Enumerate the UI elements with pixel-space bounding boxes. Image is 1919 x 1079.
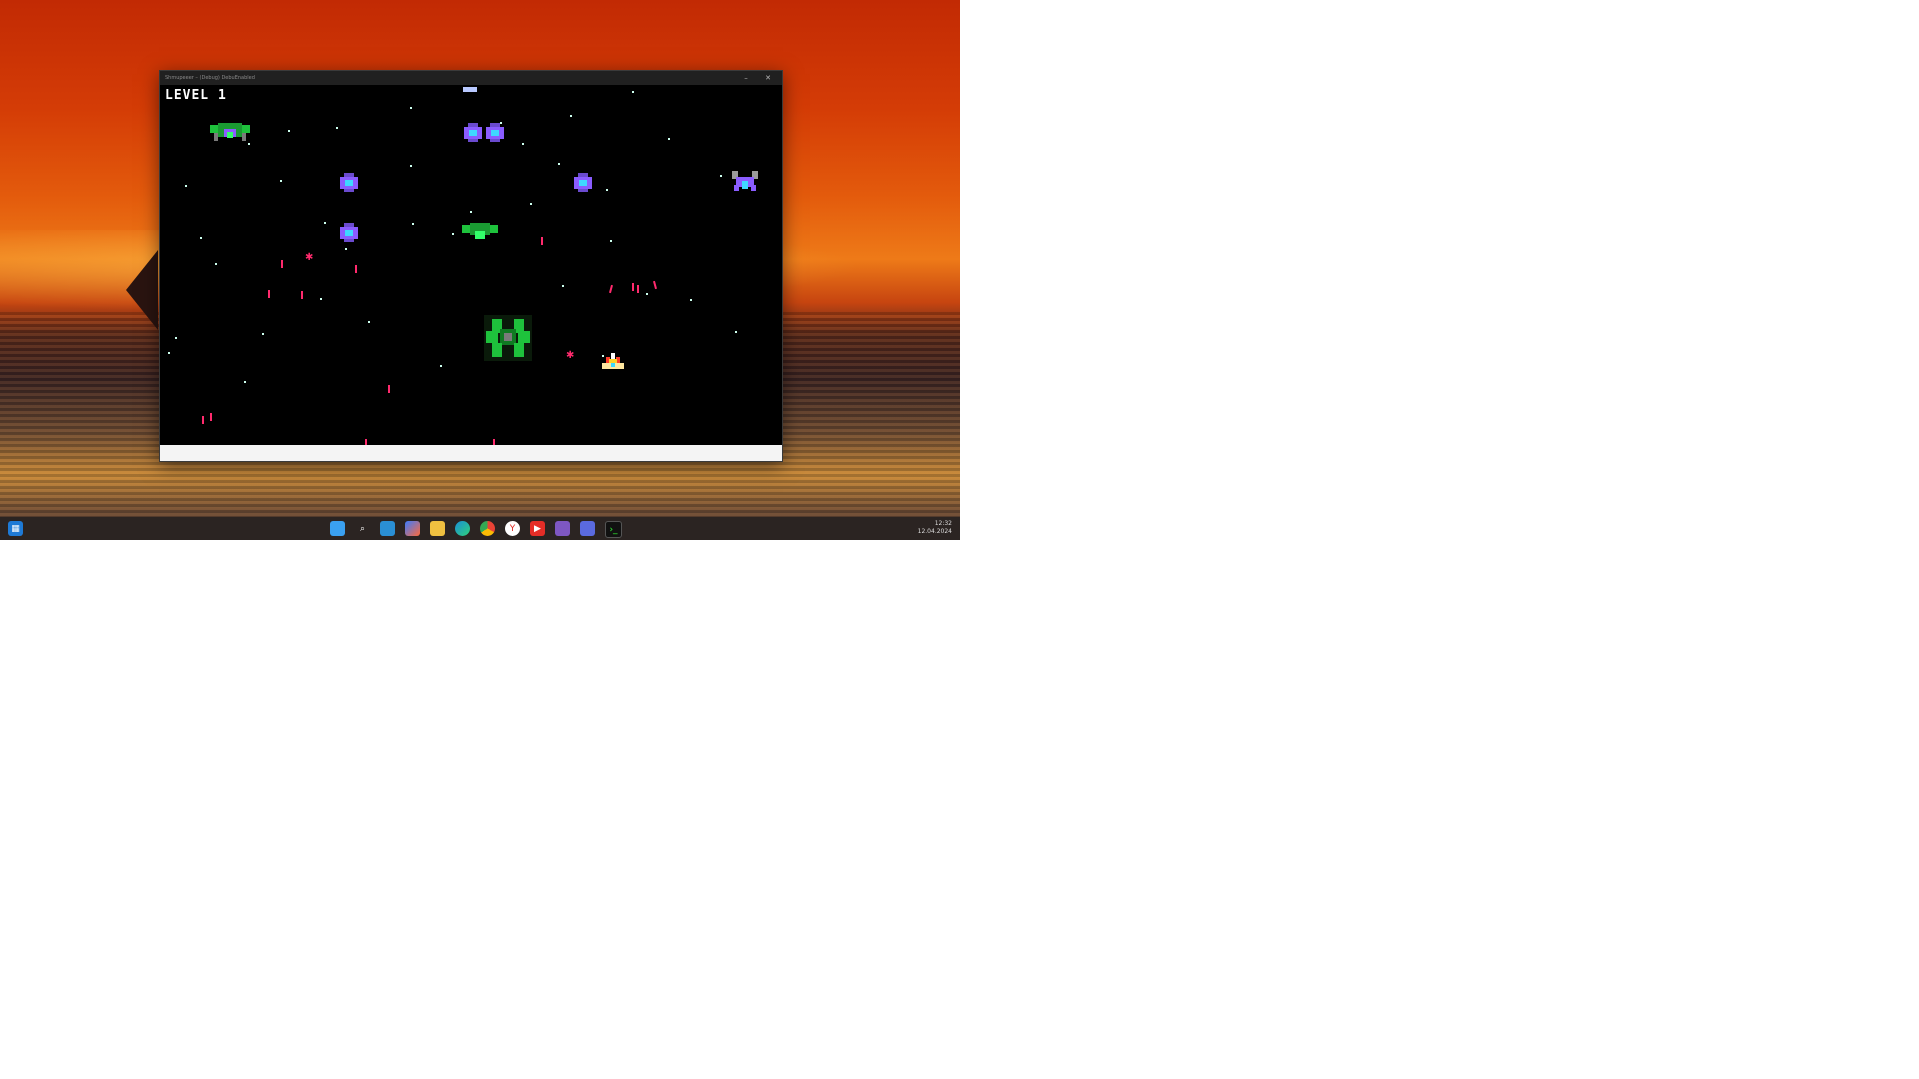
desktop-wallpaper: Shmupeeer – (Debug) DebuEnabled – ✕ LEVE…: [0, 0, 960, 540]
terminal-icon[interactable]: ›_: [605, 521, 622, 538]
green-wing-enemy: [462, 223, 498, 239]
enemy-bullet: [355, 265, 357, 273]
star: [248, 143, 250, 145]
star: [200, 237, 202, 239]
chrome-icon[interactable]: [480, 521, 495, 536]
purple-pod-enemy: [464, 123, 482, 142]
explosion-spark: ✱: [305, 252, 314, 263]
youtube-icon[interactable]: ▶: [530, 521, 545, 536]
star: [410, 107, 412, 109]
green-wing-enemy: [210, 123, 250, 141]
clock-time: 12:32: [934, 520, 952, 527]
minimize-button[interactable]: –: [738, 72, 754, 84]
start-icon[interactable]: ▦: [8, 521, 23, 536]
enemy-bullet: [541, 237, 543, 245]
star: [440, 365, 442, 367]
file-explorer-icon[interactable]: [430, 521, 445, 536]
star: [412, 223, 414, 225]
star: [530, 203, 532, 205]
enemy-bullet: [608, 284, 614, 294]
star: [522, 143, 524, 145]
yandex-icon[interactable]: Y: [505, 521, 520, 536]
enemy-bullet: [301, 291, 303, 299]
explosion-spark: ✱: [566, 350, 575, 361]
purple-pod-enemy: [574, 173, 592, 192]
close-button[interactable]: ✕: [760, 72, 776, 84]
enemy-bullet: [632, 283, 634, 291]
star: [368, 321, 370, 323]
star: [324, 222, 326, 224]
level-label: LEVEL 1: [165, 88, 227, 103]
game-window[interactable]: Shmupeeer – (Debug) DebuEnabled – ✕ LEVE…: [159, 70, 783, 462]
purple-pod-enemy: [486, 123, 504, 142]
window-title: Shmupeeer – (Debug) DebuEnabled: [165, 75, 255, 81]
edge-icon[interactable]: [455, 521, 470, 536]
star: [562, 285, 564, 287]
star: [690, 299, 692, 301]
star: [570, 115, 572, 117]
taskbar: ▦ ⌕ Y ▶ ›_ 12:32 12.04.2024: [0, 517, 960, 540]
top-indicator: [463, 87, 477, 92]
copilot-icon[interactable]: [405, 521, 420, 536]
enemy-bullet: [281, 260, 283, 268]
star: [244, 381, 246, 383]
star: [720, 175, 722, 177]
star: [175, 337, 177, 339]
enemy-bullet: [388, 385, 390, 393]
search-icon[interactable]: ⌕: [355, 521, 370, 536]
star: [168, 352, 170, 354]
star: [345, 248, 347, 250]
star: [336, 127, 338, 129]
star: [735, 331, 737, 333]
star: [668, 138, 670, 140]
star: [470, 211, 472, 213]
star: [610, 240, 612, 242]
enemy-bullet: [210, 413, 212, 421]
star: [320, 298, 322, 300]
window-titlebar[interactable]: Shmupeeer – (Debug) DebuEnabled – ✕: [160, 71, 782, 85]
notepad-icon[interactable]: [380, 521, 395, 536]
enemy-bullet: [268, 290, 270, 298]
green-boss-enemy: [484, 315, 532, 361]
star: [288, 130, 290, 132]
enemy-bullet: [652, 280, 658, 290]
star: [632, 91, 634, 93]
clock-date: 12.04.2024: [917, 528, 952, 535]
star: [606, 189, 608, 191]
enemy-bullet: [637, 285, 639, 293]
visual-studio-icon[interactable]: [555, 521, 570, 536]
enemy-bullet: [202, 416, 204, 424]
floppy-save-icon[interactable]: [580, 521, 595, 536]
star: [280, 180, 282, 182]
star: [410, 165, 412, 167]
purple-crab-enemy: [732, 171, 758, 191]
game-canvas[interactable]: LEVEL 1 ✱ ✱: [160, 85, 782, 445]
window-status-bar: [160, 445, 782, 461]
star: [558, 163, 560, 165]
boat-silhouette: [126, 250, 158, 330]
taskbar-pinned-apps: ⌕ Y ▶ ›_: [330, 521, 622, 538]
widgets-icon[interactable]: [330, 521, 345, 536]
star: [452, 233, 454, 235]
system-clock[interactable]: 12:32 12.04.2024: [918, 520, 952, 536]
player-ship: [602, 353, 624, 369]
purple-pod-enemy: [340, 173, 358, 192]
star: [215, 263, 217, 265]
star: [262, 333, 264, 335]
purple-pod-enemy: [340, 223, 358, 242]
star: [646, 293, 648, 295]
star: [185, 185, 187, 187]
